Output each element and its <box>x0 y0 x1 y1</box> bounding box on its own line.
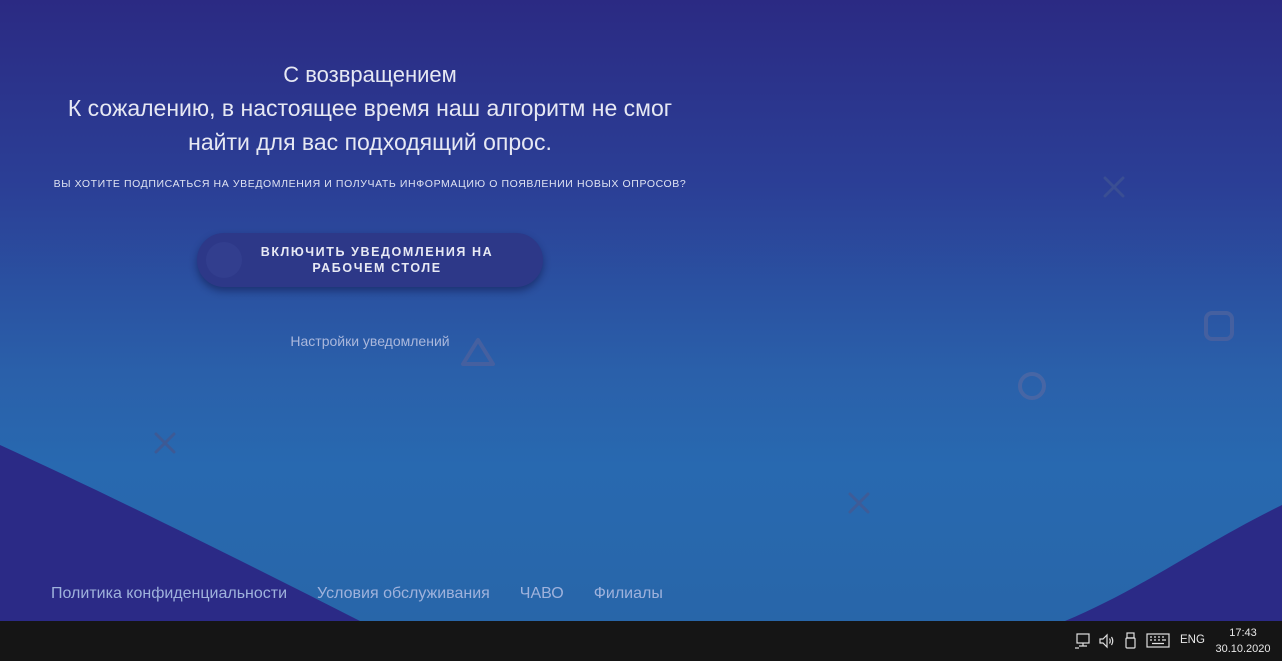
notification-settings-link[interactable]: Настройки уведомлений <box>220 333 520 349</box>
taskbar: ENG 17:43 30.10.2020 <box>0 621 1282 661</box>
page: С возвращением К сожалению, в настоящее … <box>0 0 1282 661</box>
usb-device-icon[interactable] <box>1124 632 1138 650</box>
enable-notifications-label-line2: РАБОЧЕМ СТОЛЕ <box>312 261 442 275</box>
survey-page: С возвращением К сожалению, в настоящее … <box>0 0 1282 621</box>
keyboard-icon[interactable] <box>1146 633 1170 648</box>
cross-icon <box>848 492 870 514</box>
button-circle-icon <box>206 242 242 278</box>
square-icon <box>1204 311 1234 341</box>
enable-desktop-notifications-button[interactable]: ВКЛЮЧИТЬ УВЕДОМЛЕНИЯ НА РАБОЧЕМ СТОЛЕ <box>197 233 543 287</box>
privacy-policy-link[interactable]: Политика конфиденциальности <box>51 585 287 603</box>
circle-icon <box>1018 372 1046 400</box>
no-survey-message-line1: К сожалению, в настоящее время наш алгор… <box>67 95 673 121</box>
terms-of-service-link[interactable]: Условия обслуживания <box>317 585 490 603</box>
input-language-indicator[interactable]: ENG <box>1180 634 1205 646</box>
faq-link[interactable]: ЧАВО <box>520 585 564 603</box>
network-icon[interactable] <box>1074 632 1092 650</box>
no-survey-message-line2: найти для вас подходящий опрос. <box>188 129 552 155</box>
enable-notifications-label: ВКЛЮЧИТЬ УВЕДОМЛЕНИЯ НА РАБОЧЕМ СТОЛЕ <box>247 244 507 276</box>
footer-links: Политика конфиденциальности Условия обсл… <box>51 585 663 603</box>
welcome-heading: С возвращением <box>283 62 457 87</box>
cross-icon <box>1103 176 1125 198</box>
no-survey-message: К сожалению, в настоящее время наш алгор… <box>20 91 720 159</box>
affiliates-link[interactable]: Филиалы <box>594 585 663 603</box>
enable-notifications-label-line1: ВКЛЮЧИТЬ УВЕДОМЛЕНИЯ НА <box>260 245 494 259</box>
clock-time: 17:43 <box>1229 627 1257 639</box>
clock-date: 30.10.2020 <box>1215 643 1271 655</box>
cross-icon <box>154 432 176 454</box>
volume-icon[interactable] <box>1098 632 1116 650</box>
subscribe-question: ВЫ ХОТИТЕ ПОДПИСАТЬСЯ НА УВЕДОМЛЕНИЯ И П… <box>53 178 687 190</box>
system-clock[interactable]: 17:43 30.10.2020 <box>1210 625 1276 657</box>
